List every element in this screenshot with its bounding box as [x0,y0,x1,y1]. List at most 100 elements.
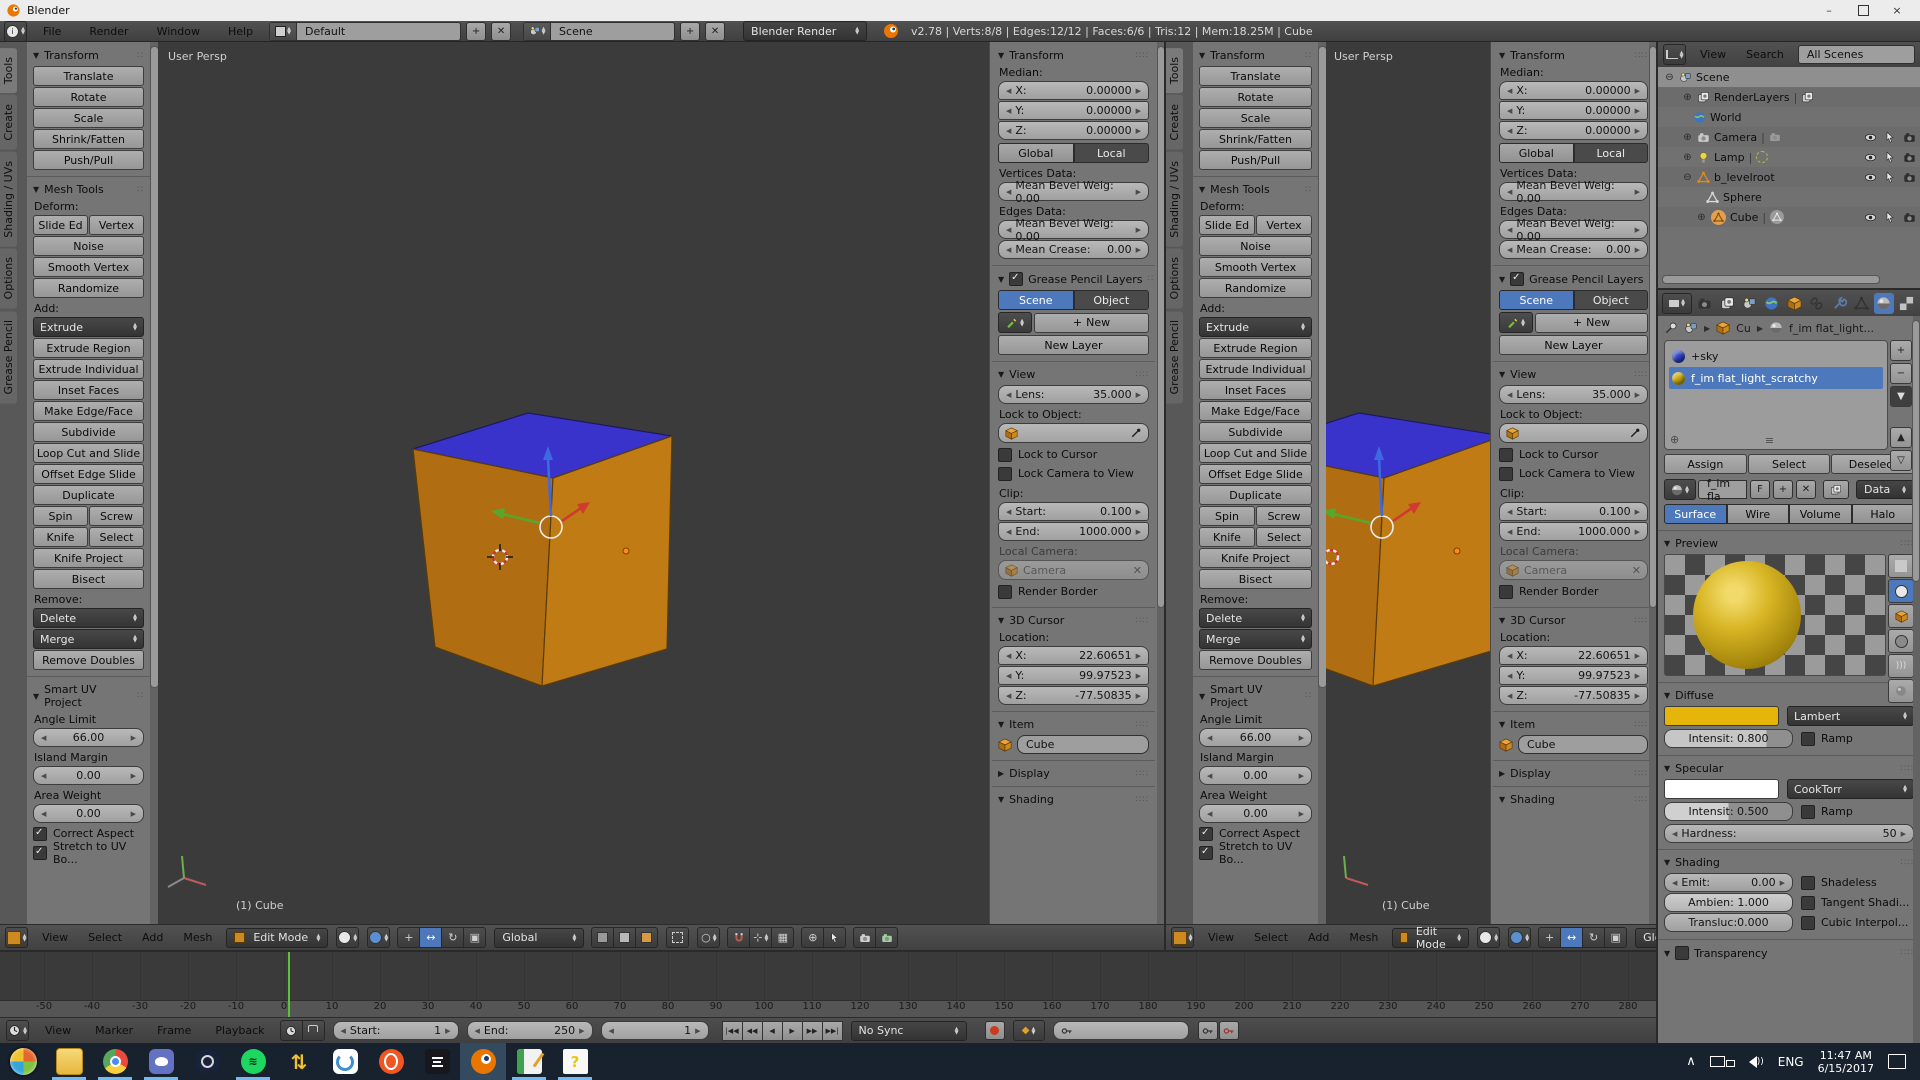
lock-to-object-field[interactable] [998,423,1149,443]
smart-uv-panel-header[interactable]: Smart UV Project [44,683,132,709]
selectability-cursor-icon[interactable] [1884,131,1896,143]
stretch-uv-checkbox[interactable] [33,846,47,860]
mesh-tools-panel-header[interactable]: Mesh Tools [1210,183,1270,196]
collapse-icon[interactable]: ⊖ [1682,172,1693,183]
gp-object-toggle[interactable]: Object [1074,290,1150,310]
smooth-vertex-button[interactable]: Smooth Vertex [33,257,144,277]
screw-button[interactable]: Screw [1256,506,1312,526]
properties-editor-type-dropdown[interactable]: ▲▼ [1662,293,1692,314]
taskbar-explorer[interactable] [46,1043,92,1080]
local-toggle[interactable]: Local [1574,143,1649,163]
median-z-field[interactable]: ◀Z:0.00000▶ [998,121,1149,140]
eyedropper-icon[interactable] [1629,427,1641,439]
outliner-item-label[interactable]: RenderLayers [1714,91,1790,104]
gp-scene-toggle[interactable]: Scene [998,290,1074,310]
tab-render-layers[interactable] [1717,293,1736,314]
eyedropper-icon[interactable] [1130,427,1142,439]
scale-button[interactable]: Scale [33,108,144,128]
tab-render[interactable] [1695,293,1714,314]
material-slot-name[interactable]: +sky [1691,350,1718,363]
nodes-toggle-button[interactable] [1823,480,1849,499]
tab-modifiers[interactable] [1829,293,1848,314]
diffuse-shader-dropdown[interactable]: Lambert▲▼ [1787,706,1914,726]
language-indicator[interactable]: ENG [1778,1055,1804,1069]
snap-element-dropdown[interactable]: ⊹▲▼ [749,927,772,948]
toolshelf-tab-options[interactable]: Options [0,248,17,308]
pivot-center-dropdown[interactable]: ▲▼ [1508,927,1531,948]
shading-panel-header[interactable]: Shading [1009,793,1054,806]
renderability-camera-icon[interactable] [1903,151,1916,164]
active-keying-set-field[interactable] [1053,1021,1189,1040]
make-edge-face-button[interactable]: Make Edge/Face [33,401,144,421]
menu-window[interactable]: Window [145,25,212,38]
extrude-individual-button[interactable]: Extrude Individual [33,359,144,379]
subdivide-button[interactable]: Subdivide [1199,422,1312,442]
spin-button[interactable]: Spin [1199,506,1255,526]
slot-remove-button[interactable]: − [1890,363,1912,384]
push-pull-button[interactable]: Push/Pull [33,150,144,170]
loop-cut-button[interactable]: Loop Cut and Slide [1199,443,1312,463]
insert-keyframe-button[interactable] [1198,1021,1218,1040]
render-border-checkbox[interactable] [998,585,1012,599]
material-add-button[interactable]: + [1773,480,1793,499]
scene-name[interactable]: Scene [551,25,601,38]
display-panel-header[interactable]: Display [1510,767,1551,780]
pin-icon[interactable] [1664,321,1678,335]
scale-manipulator-button[interactable]: ▣ [463,927,486,948]
snap-falloff-dropdown[interactable]: ○▲▼ [697,927,720,948]
translucency-slider[interactable]: Transluc:0.000 [1664,913,1793,932]
outliner-filter-dropdown[interactable]: All Scenes [1798,45,1915,64]
scene-add-button[interactable]: + [680,22,700,41]
tab-scene[interactable] [1740,293,1759,314]
translate-manipulator-button[interactable]: ↔ [419,927,442,948]
specular-panel-header[interactable]: Specular [1675,762,1723,775]
grease-pencil-checkbox[interactable] [1510,272,1524,286]
remove-doubles-button[interactable]: Remove Doubles [1199,650,1312,670]
outliner-row-camera[interactable]: ⊕ Camera | [1658,127,1920,147]
material-type-wire[interactable]: Wire [1727,504,1790,524]
tangent-shading-checkbox[interactable] [1801,896,1815,910]
make-edge-face-button[interactable]: Make Edge/Face [1199,401,1312,421]
action-center-icon[interactable] [1888,1054,1906,1069]
minimize-button[interactable]: – [1812,1,1846,20]
remove-doubles-button[interactable]: Remove Doubles [33,650,144,670]
specular-ramp-checkbox[interactable] [1801,805,1815,819]
outliner-item-label[interactable]: Cube [1730,211,1758,224]
cubic-interpolation-checkbox[interactable] [1801,916,1815,930]
slot-move-up-button[interactable]: ▲ [1890,427,1912,448]
local-camera-field[interactable]: Camera ✕ [1499,560,1648,580]
transform-panel-header[interactable]: Transform [1210,49,1265,62]
angle-limit-field[interactable]: ◀66.00▶ [33,728,144,747]
cube-left-face[interactable] [413,449,553,686]
record-button[interactable] [985,1021,1005,1040]
taskbar-arrows-app[interactable]: ⇅ [276,1043,322,1080]
preview-cube-button[interactable] [1888,604,1914,628]
smart-uv-panel-header[interactable]: Smart UV Project [1210,683,1300,709]
orientation-dropdown[interactable]: Global▲▼ [494,928,584,948]
snap-magnet-button[interactable] [727,927,750,948]
snap-target-button[interactable]: ▦ [771,927,794,948]
duplicate-button[interactable]: Duplicate [33,485,144,505]
taskbar-steam[interactable] [184,1043,230,1080]
cursor-depth-button[interactable] [823,927,846,948]
preview-sphere-button[interactable] [1888,579,1914,603]
visibility-eye-icon[interactable] [1864,151,1877,164]
npanel-scrollbar-1[interactable] [1157,46,1164,608]
grease-pencil-panel-header[interactable]: Grease Pencil Layers [1028,273,1142,286]
clip-end-field[interactable]: ◀End:1000.000▶ [998,522,1149,541]
current-frame-field[interactable]: ◀1▶ [601,1021,709,1040]
outliner-row-world[interactable]: World [1658,107,1920,127]
toolshelf-tab-create[interactable]: Create [0,95,17,150]
transform-panel-header[interactable]: Transform [1009,49,1064,62]
npanel-scrollbar-2[interactable] [1649,46,1656,608]
material-slot-flat-light[interactable]: f_im flat_light_scratchy [1669,367,1883,389]
close-button[interactable]: × [1880,1,1914,20]
timeline-menu-marker[interactable]: Marker [87,1024,141,1037]
material-slot-name[interactable]: f_im flat_light_scratchy [1691,372,1818,385]
display-panel-header[interactable]: Display [1009,767,1050,780]
layout-add-button[interactable]: + [466,22,486,41]
expand-icon[interactable]: ⊕ [1682,132,1693,143]
spin-button[interactable]: Spin [33,506,88,526]
view-panel-header[interactable]: View [1510,368,1536,381]
vertex-bevel-weight-field[interactable]: ◀Mean Bevel Weig: 0.00▶ [998,182,1149,201]
